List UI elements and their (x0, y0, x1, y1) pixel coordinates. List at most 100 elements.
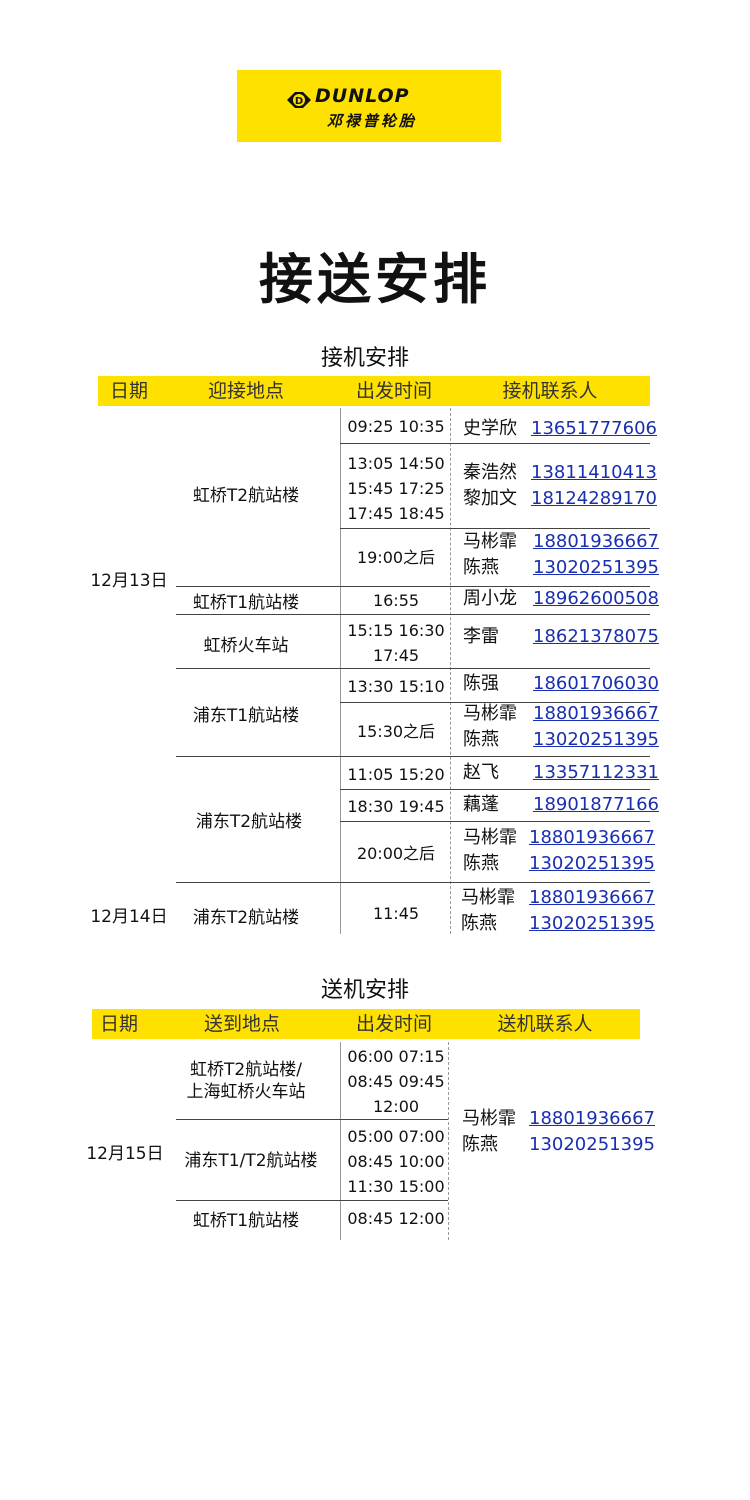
time-line: 16:55 (372, 590, 420, 610)
pickup-header-time: 出发时间 (355, 380, 432, 402)
contact-phone-link[interactable]: 18801936667 (529, 1106, 655, 1132)
contact-entry: 马彬霏 18801936667 (461, 885, 655, 911)
contact-name: 藕蓬 (463, 794, 499, 815)
pickup-divider (450, 408, 451, 934)
contact-phone-link[interactable]: 18621378075 (533, 624, 659, 650)
pickup-location: 浦东T1航站楼 (192, 705, 300, 726)
contact-phone-link[interactable]: 18901877166 (533, 792, 659, 818)
pickup-row-line (340, 443, 650, 444)
contact-entry: 赵飞 13357112331 (463, 760, 659, 786)
contact-name: 周小龙 (463, 588, 517, 609)
location-line: 浦东T1/T2航站楼 (184, 1150, 318, 1171)
time-line: 18:30 19:45 (347, 796, 445, 816)
dropoff-time: 08:45 12:00 (342, 1204, 450, 1232)
time-line: 17:45 18:45 (347, 504, 445, 523)
contact-entry: 马彬霏 18801936667 (463, 529, 659, 555)
contact-phone-link[interactable]: 18801936667 (533, 529, 659, 555)
pickup-row-line (176, 882, 650, 883)
contact-phone-link[interactable]: 18801936667 (529, 825, 655, 851)
time-line: 11:45 (372, 903, 420, 923)
contact-entry: 马彬霏 18801936667 (463, 701, 659, 727)
pickup-header-location: 迎接地点 (207, 380, 284, 402)
contact-entry: 李雷 18621378075 (463, 624, 659, 650)
contact-name: 马彬霏 (462, 1108, 516, 1129)
contact-phone-link[interactable]: 18801936667 (529, 885, 655, 911)
dropoff-header-date: 日期 (99, 1013, 138, 1035)
contact-phone-link[interactable]: 13357112331 (533, 760, 659, 786)
pickup-section-title: 接机安排 (320, 346, 409, 371)
pickup-row-line (340, 821, 650, 822)
pickup-location: 虹桥T2航站楼 (192, 485, 300, 506)
dunlop-logo: D DUNLOP 邓禄普轮胎 (237, 70, 501, 142)
contact-phone-link[interactable]: 18801936667 (533, 701, 659, 727)
pickup-row-line (176, 614, 650, 615)
time-line: 17:45 (372, 646, 420, 665)
location-line: 虹桥T2航站楼/ (190, 1060, 302, 1080)
dropoff-header-location: 送到地点 (203, 1013, 280, 1035)
svg-text:D: D (295, 96, 303, 107)
contact-entry: 陈燕 13020251395 (463, 555, 659, 581)
pickup-header-date: 日期 (109, 380, 148, 402)
pickup-time: 09:25 10:35 (342, 412, 450, 440)
contact-entry: 黎加文 18124289170 (463, 486, 657, 512)
contact-name: 赵飞 (463, 762, 499, 783)
contact-name: 史学欣 (463, 418, 517, 439)
pickup-time: 15:30之后 (342, 716, 450, 746)
contact-entry: 马彬霏 18801936667 (462, 1106, 655, 1132)
contact-phone-link[interactable]: 13651777606 (531, 416, 657, 442)
pickup-row-line (340, 789, 650, 790)
pickup-time: 13:05 14:50 15:45 17:25 17:45 18:45 (342, 451, 450, 526)
contact-phone-link[interactable]: 18962600508 (533, 586, 659, 612)
dropoff-time: 06:00 07:15 08:45 09:45 12:00 (342, 1044, 450, 1119)
time-line: 08:45 09:45 (347, 1072, 445, 1091)
contact-name: 李雷 (463, 626, 499, 647)
contact-phone-link[interactable]: 13020251395 (529, 851, 655, 877)
contact-phone-link[interactable]: 13020251395 (529, 1132, 655, 1158)
dropoff-header-time: 出发时间 (355, 1013, 432, 1035)
pickup-location: 浦东T2航站楼 (192, 907, 300, 928)
pickup-time: 16:55 (342, 586, 450, 614)
pickup-time: 18:30 19:45 (342, 792, 450, 820)
contact-phone-link[interactable]: 13020251395 (533, 555, 659, 581)
contact-phone-link[interactable]: 13020251395 (533, 727, 659, 753)
contact-entry: 秦浩然 13811410413 (463, 460, 657, 486)
dropoff-header-row: 日期 送到地点 出发时间 送机联系人 (92, 1009, 640, 1039)
time-line: 13:05 14:50 (347, 454, 445, 473)
contact-entry: 陈燕 13020251395 (463, 851, 655, 877)
logo-brand-cn: 邓禄普轮胎 (327, 112, 418, 130)
dropoff-row-line (176, 1119, 448, 1120)
contact-phone-link[interactable]: 13020251395 (529, 911, 655, 937)
time-line: 06:00 07:15 (347, 1047, 445, 1066)
dropoff-row-line (176, 1200, 448, 1201)
dropoff-location: 浦东T1/T2航站楼 (176, 1145, 326, 1171)
contact-name: 陈燕 (462, 1134, 498, 1155)
time-line: 15:45 17:25 (347, 479, 445, 498)
pickup-time: 20:00之后 (342, 838, 450, 868)
time-line: 13:30 15:10 (347, 676, 445, 696)
time-line: 11:30 15:00 (347, 1177, 445, 1196)
time-line: 12:00 (372, 1097, 420, 1116)
pickup-header-contact: 接机联系人 (502, 380, 598, 402)
contact-entry: 藕蓬 18901877166 (463, 792, 659, 818)
contact-phone-link[interactable]: 18124289170 (531, 486, 657, 512)
dropoff-divider (340, 1042, 341, 1240)
pickup-location: 虹桥火车站 (203, 635, 289, 656)
contact-name: 马彬霏 (461, 887, 515, 908)
contact-name: 陈燕 (463, 557, 499, 578)
pickup-date: 12月13日 (90, 570, 168, 591)
contact-phone-link[interactable]: 18601706030 (533, 671, 659, 697)
pickup-time: 11:45 (342, 898, 450, 928)
contact-name: 黎加文 (463, 488, 517, 509)
dropoff-section-title: 送机安排 (320, 978, 409, 1003)
dropoff-location: 虹桥T1航站楼 (176, 1205, 316, 1231)
pickup-location: 浦东T2航站楼 (195, 811, 303, 832)
pickup-location: 虹桥T1航站楼 (192, 592, 300, 613)
contact-name: 陈燕 (461, 913, 497, 934)
pickup-time: 13:30 15:10 (342, 672, 450, 700)
pickup-header-row: 日期 迎接地点 出发时间 接机联系人 (98, 376, 650, 406)
contact-name: 陈燕 (463, 853, 499, 874)
contact-phone-link[interactable]: 13811410413 (531, 460, 657, 486)
contact-name: 马彬霏 (463, 531, 517, 552)
dropoff-date: 12月15日 (86, 1143, 164, 1164)
contact-entry: 陈燕 13020251395 (463, 727, 659, 753)
